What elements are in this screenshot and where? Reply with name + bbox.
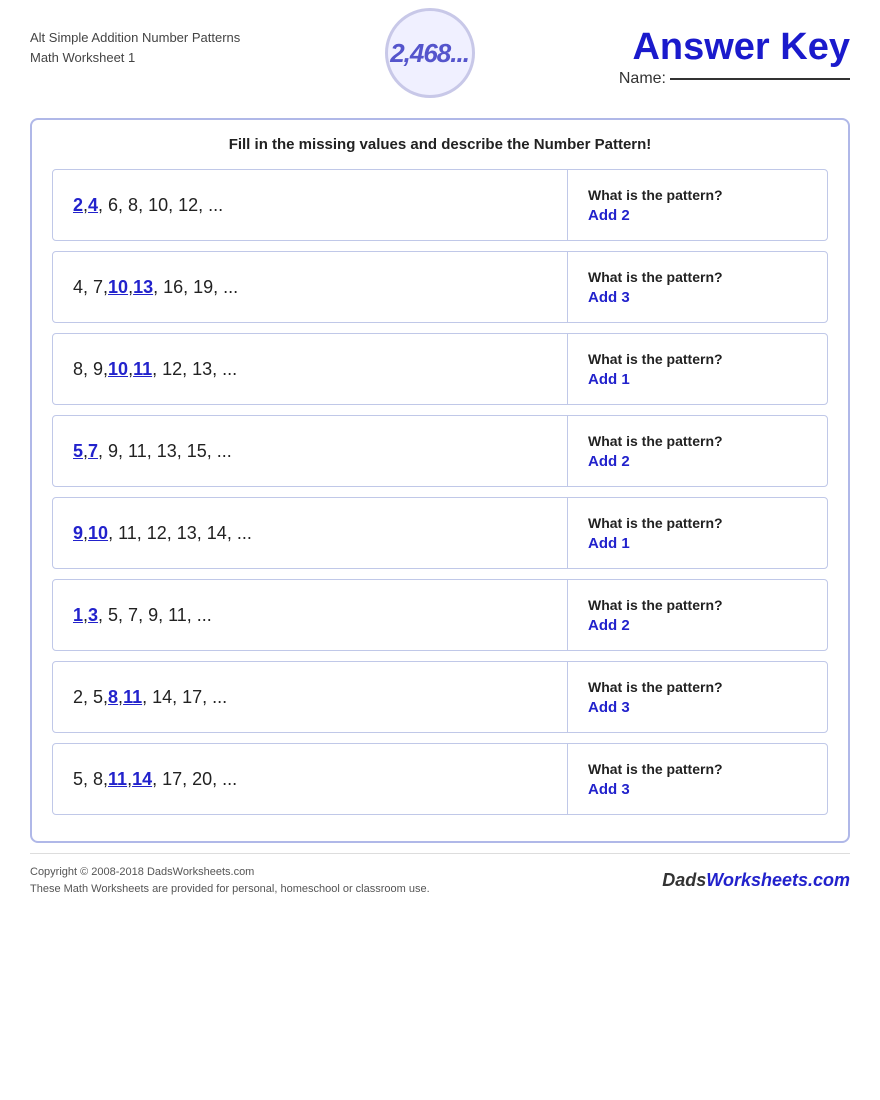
problem-row-5: 9 , 10 , 11, 12, 13, 14, ...What is the … <box>52 497 828 569</box>
answer-number: 11 <box>108 769 127 790</box>
answer-number: 2 <box>73 195 83 216</box>
sequence-text: , 16, 19, ... <box>153 277 238 298</box>
answer-number: 10 <box>88 523 108 544</box>
answer-number: 13 <box>133 277 153 298</box>
problem-answer-7: What is the pattern? Add 3 <box>567 662 827 732</box>
sequence-text: , 9, 11, 13, 15, ... <box>98 441 232 462</box>
footer: Copyright © 2008-2018 DadsWorksheets.com… <box>30 853 850 907</box>
pattern-answer: Add 3 <box>588 699 807 716</box>
problem-row-3: 8, 9, 10 , 11 , 12, 13, ...What is the p… <box>52 333 828 405</box>
header-right: Answer Key Name: <box>619 18 850 88</box>
sequence-text: 4, 7, <box>73 277 108 298</box>
problem-row-4: 5 , 7 , 9, 11, 13, 15, ...What is the pa… <box>52 415 828 487</box>
problem-answer-6: What is the pattern? Add 2 <box>567 580 827 650</box>
pattern-answer: Add 3 <box>588 781 807 798</box>
footer-left: Copyright © 2008-2018 DadsWorksheets.com… <box>30 864 430 897</box>
footer-note: These Math Worksheets are provided for p… <box>30 881 430 898</box>
sequence-text: , 17, 20, ... <box>152 769 237 790</box>
pattern-question: What is the pattern? <box>588 761 807 777</box>
logo-text: 2,468... <box>390 38 469 69</box>
sequence-text: , 14, 17, ... <box>142 687 227 708</box>
pattern-question: What is the pattern? <box>588 269 807 285</box>
problem-sequence-1: 2 , 4 , 6, 8, 10, 12, ... <box>53 181 567 230</box>
sequence-text: , 5, 7, 9, 11, ... <box>98 605 212 626</box>
sequence-text: 8, 9, <box>73 359 108 380</box>
pattern-answer: Add 1 <box>588 535 807 552</box>
answer-number: 9 <box>73 523 83 544</box>
pattern-question: What is the pattern? <box>588 597 807 613</box>
problem-sequence-6: 1 , 3 , 5, 7, 9, 11, ... <box>53 591 567 640</box>
problem-answer-2: What is the pattern? Add 3 <box>567 252 827 322</box>
pattern-answer: Add 1 <box>588 371 807 388</box>
title-line2: Math Worksheet 1 <box>30 48 240 68</box>
answer-number: 14 <box>132 769 152 790</box>
sequence-text: , 12, 13, ... <box>152 359 237 380</box>
pattern-question: What is the pattern? <box>588 433 807 449</box>
header-left: Alt Simple Addition Number Patterns Math… <box>30 18 240 67</box>
problem-row-6: 1 , 3 , 5, 7, 9, 11, ...What is the patt… <box>52 579 828 651</box>
sequence-text: 2, 5, <box>73 687 108 708</box>
header: Alt Simple Addition Number Patterns Math… <box>0 0 880 98</box>
name-line: Name: <box>619 70 850 88</box>
problem-row-8: 5, 8, 11 , 14 , 17, 20, ...What is the p… <box>52 743 828 815</box>
footer-brand: DadsWorksheets.com <box>662 870 850 891</box>
problem-answer-8: What is the pattern? Add 3 <box>567 744 827 814</box>
pattern-answer: Add 2 <box>588 207 807 224</box>
logo-circle: 2,468... <box>385 8 475 98</box>
answer-number: 5 <box>73 441 83 462</box>
answer-key-label: Answer Key <box>632 28 850 66</box>
problem-sequence-4: 5 , 7 , 9, 11, 13, 15, ... <box>53 427 567 476</box>
problems-container: 2 , 4 , 6, 8, 10, 12, ...What is the pat… <box>52 169 828 815</box>
problem-sequence-5: 9 , 10 , 11, 12, 13, 14, ... <box>53 509 567 558</box>
sequence-text: , 6, 8, 10, 12, ... <box>98 195 223 216</box>
answer-number: 10 <box>108 277 128 298</box>
title-line1: Alt Simple Addition Number Patterns <box>30 28 240 48</box>
answer-number: 1 <box>73 605 83 626</box>
pattern-question: What is the pattern? <box>588 187 807 203</box>
name-label: Name: <box>619 70 666 88</box>
name-underline <box>670 78 850 80</box>
main-box: Fill in the missing values and describe … <box>30 118 850 843</box>
answer-number: 4 <box>88 195 98 216</box>
header-center: 2,468... <box>385 8 475 98</box>
problem-row-2: 4, 7, 10 , 13 , 16, 19, ...What is the p… <box>52 251 828 323</box>
answer-number: 11 <box>123 687 142 708</box>
problem-answer-4: What is the pattern? Add 2 <box>567 416 827 486</box>
instruction: Fill in the missing values and describe … <box>52 136 828 153</box>
pattern-question: What is the pattern? <box>588 515 807 531</box>
pattern-answer: Add 2 <box>588 617 807 634</box>
pattern-question: What is the pattern? <box>588 679 807 695</box>
problem-sequence-7: 2, 5, 8 , 11 , 14, 17, ... <box>53 673 567 722</box>
problem-answer-3: What is the pattern? Add 1 <box>567 334 827 404</box>
sequence-text: , 11, 12, 13, 14, ... <box>108 523 252 544</box>
footer-copyright: Copyright © 2008-2018 DadsWorksheets.com <box>30 864 430 881</box>
problem-answer-5: What is the pattern? Add 1 <box>567 498 827 568</box>
problem-answer-1: What is the pattern? Add 2 <box>567 170 827 240</box>
answer-number: 8 <box>108 687 118 708</box>
answer-number: 11 <box>133 359 152 380</box>
answer-number: 7 <box>88 441 98 462</box>
pattern-answer: Add 3 <box>588 289 807 306</box>
problem-sequence-8: 5, 8, 11 , 14 , 17, 20, ... <box>53 755 567 804</box>
answer-number: 10 <box>108 359 128 380</box>
problem-sequence-2: 4, 7, 10 , 13 , 16, 19, ... <box>53 263 567 312</box>
pattern-answer: Add 2 <box>588 453 807 470</box>
pattern-question: What is the pattern? <box>588 351 807 367</box>
footer-brand-worksheets: Worksheets.com <box>706 870 850 890</box>
sequence-text: 5, 8, <box>73 769 108 790</box>
problem-row-1: 2 , 4 , 6, 8, 10, 12, ...What is the pat… <box>52 169 828 241</box>
answer-number: 3 <box>88 605 98 626</box>
page: Alt Simple Addition Number Patterns Math… <box>0 0 880 1100</box>
problem-sequence-3: 8, 9, 10 , 11 , 12, 13, ... <box>53 345 567 394</box>
problem-row-7: 2, 5, 8 , 11 , 14, 17, ...What is the pa… <box>52 661 828 733</box>
footer-brand-dads: Dads <box>662 870 706 890</box>
